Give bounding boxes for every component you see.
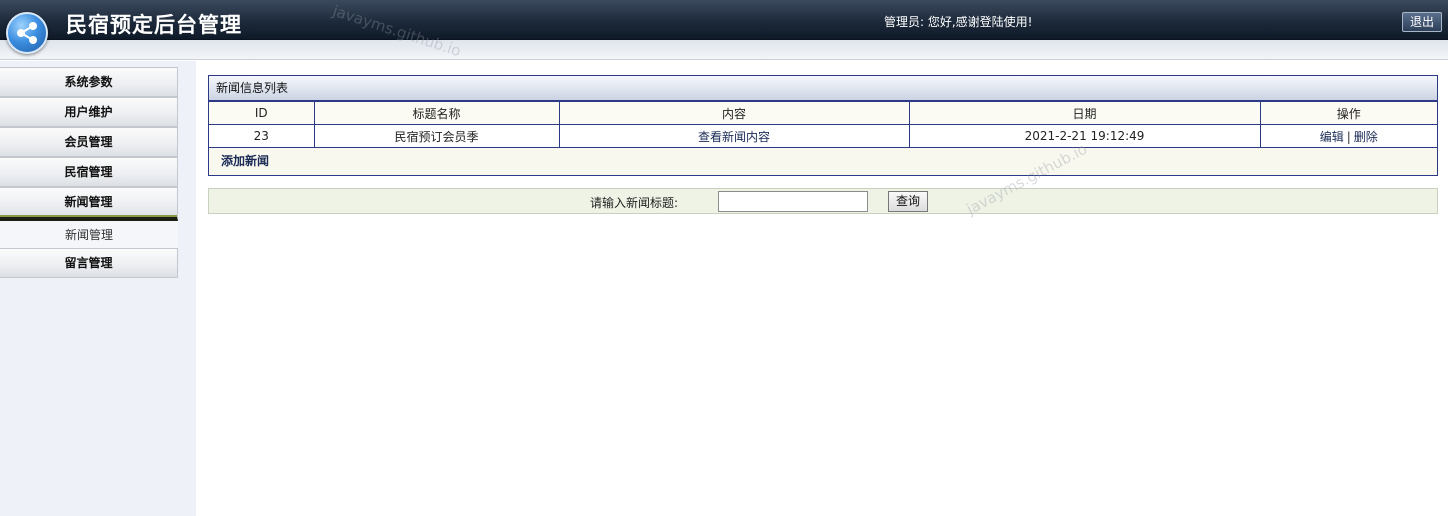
sidebar: 系统参数 用户维护 会员管理 民宿管理 新闻管理 新闻管理 留言管理 <box>0 61 196 516</box>
logout-button[interactable]: 退出 <box>1402 12 1442 32</box>
column-header-content: 内容 <box>558 101 910 125</box>
cell-actions: 编辑 | 删除 <box>1259 124 1437 148</box>
share-network-icon <box>6 12 48 54</box>
news-table: ID 标题名称 内容 日期 操作 23 民宿预订会员季 查看新闻内容 2021-… <box>209 101 1437 148</box>
search-label: 请输入新闻标题: <box>590 196 679 210</box>
news-list-panel: 新闻信息列表 ID 标题名称 内容 日期 操作 23 民宿预订会员季 查看新闻内… <box>208 75 1438 176</box>
sidebar-subitem-news-management[interactable]: 新闻管理 <box>0 221 178 249</box>
sidebar-item-message-management[interactable]: 留言管理 <box>0 248 178 278</box>
sidebar-item-user-maintenance[interactable]: 用户维护 <box>0 97 178 127</box>
panel-title: 新闻信息列表 <box>209 76 1437 101</box>
cell-content: 查看新闻内容 <box>558 124 910 148</box>
column-header-date: 日期 <box>908 101 1261 125</box>
column-header-id: ID <box>209 101 315 125</box>
cell-title: 民宿预订会员季 <box>313 124 560 148</box>
sidebar-item-homestay-management[interactable]: 民宿管理 <box>0 157 178 187</box>
delete-link[interactable]: 删除 <box>1354 130 1378 144</box>
sidebar-item-member-management[interactable]: 会员管理 <box>0 127 178 157</box>
add-news-link[interactable]: 添加新闻 <box>209 148 1437 175</box>
column-header-actions: 操作 <box>1259 101 1437 125</box>
welcome-text: 管理员: 您好,感谢登陆使用! <box>884 15 1033 29</box>
view-news-content-link[interactable]: 查看新闻内容 <box>698 130 770 144</box>
column-header-title: 标题名称 <box>313 101 560 125</box>
sidebar-item-news-management[interactable]: 新闻管理 <box>0 187 178 221</box>
search-button[interactable]: 查询 <box>888 191 928 212</box>
edit-link[interactable]: 编辑 <box>1320 130 1344 144</box>
header-subbar <box>0 40 1448 60</box>
action-separator: | <box>1346 129 1351 144</box>
table-header-row: ID 标题名称 内容 日期 操作 <box>209 101 1437 125</box>
header: 民宿预定后台管理 管理员: 您好,感谢登陆使用! 退出 <box>0 0 1448 60</box>
table-row: 23 民宿预订会员季 查看新闻内容 2021-2-21 19:12:49 编辑 |… <box>209 124 1437 148</box>
app-title: 民宿预定后台管理 <box>66 13 242 37</box>
search-bar: 请输入新闻标题: 查询 <box>208 188 1438 214</box>
sidebar-item-system-params[interactable]: 系统参数 <box>0 67 178 97</box>
news-title-search-input[interactable] <box>718 191 868 212</box>
cell-id: 23 <box>209 124 315 148</box>
